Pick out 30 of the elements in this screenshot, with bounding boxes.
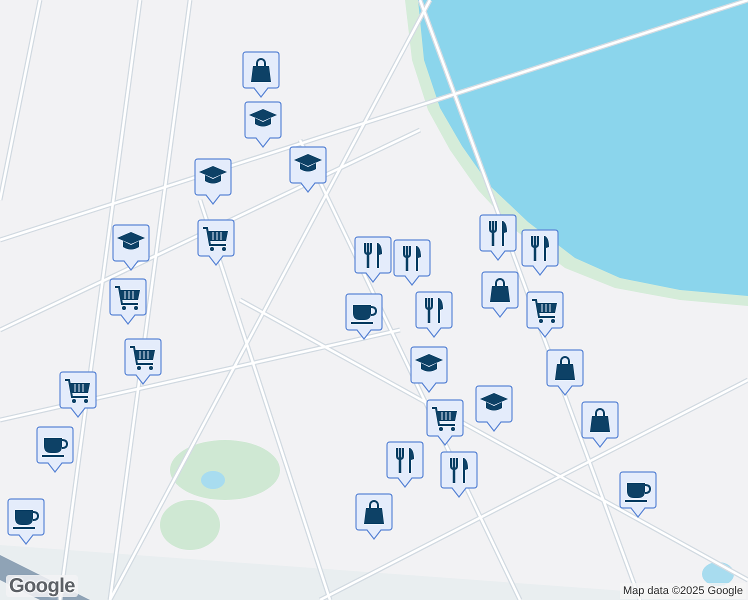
shopping-bag-pin[interactable] xyxy=(242,51,280,99)
shopping-cart-pin[interactable] xyxy=(124,338,162,386)
graduation-cap-pin[interactable] xyxy=(244,101,282,149)
shopping-bag-pin[interactable] xyxy=(355,493,393,541)
coffee-cup-pin[interactable] xyxy=(345,293,383,341)
shopping-cart-pin[interactable] xyxy=(426,399,464,447)
fork-knife-pin[interactable] xyxy=(479,214,517,262)
shopping-cart-pin[interactable] xyxy=(197,219,235,267)
shopping-bag-pin[interactable] xyxy=(481,271,519,319)
coffee-cup-pin[interactable] xyxy=(36,426,74,474)
graduation-cap-pin[interactable] xyxy=(112,224,150,272)
fork-knife-pin[interactable] xyxy=(386,441,424,489)
fork-knife-pin[interactable] xyxy=(521,229,559,277)
fork-knife-pin[interactable] xyxy=(393,239,431,287)
graduation-cap-pin[interactable] xyxy=(410,346,448,394)
shopping-cart-pin[interactable] xyxy=(526,291,564,339)
fork-knife-pin[interactable] xyxy=(415,291,453,339)
pond xyxy=(201,471,225,489)
shopping-bag-pin[interactable] xyxy=(546,349,584,397)
graduation-cap-pin[interactable] xyxy=(289,146,327,194)
shopping-bag-pin[interactable] xyxy=(581,401,619,449)
fork-knife-pin[interactable] xyxy=(354,236,392,284)
coffee-cup-pin[interactable] xyxy=(619,471,657,519)
google-logo: Google xyxy=(6,575,78,597)
graduation-cap-pin[interactable] xyxy=(194,158,232,206)
shopping-cart-pin[interactable] xyxy=(59,371,97,419)
graduation-cap-pin[interactable] xyxy=(475,385,513,433)
coffee-cup-pin[interactable] xyxy=(7,498,45,546)
fork-knife-pin[interactable] xyxy=(440,451,478,499)
shopping-cart-pin[interactable] xyxy=(109,278,147,326)
